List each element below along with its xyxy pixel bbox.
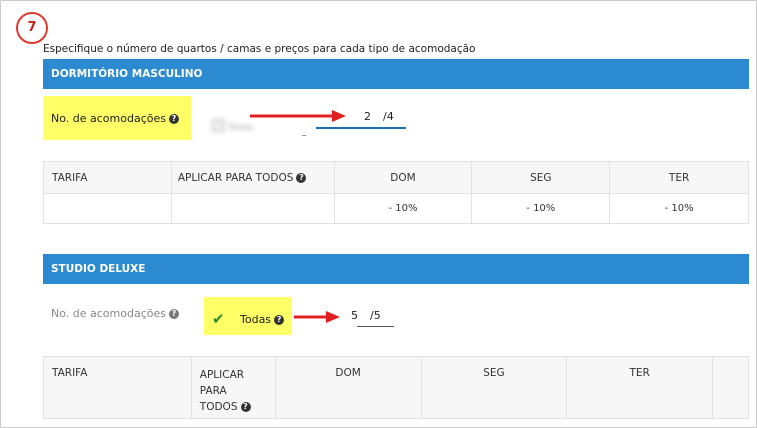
col-apply-all-2: APLICAR PARA TODOS? <box>190 356 276 419</box>
col-dom: DOM <box>333 161 473 194</box>
col-dom-2: DOM <box>274 356 422 419</box>
apply-line-2: PARA <box>199 385 227 397</box>
discount-dom[interactable]: - 10% <box>333 193 473 224</box>
room-header-dormitorio: DORMITÓRIO MASCULINO <box>43 59 749 89</box>
accommodation-total-2: /5 <box>370 309 381 322</box>
discount-ter[interactable]: - 10% <box>609 193 749 224</box>
question-circle-icon[interactable]: ? <box>274 315 285 325</box>
question-circle-icon[interactable]: ? <box>240 402 251 412</box>
count-input-underline <box>316 127 406 129</box>
small-dash <box>302 135 306 136</box>
checkmark-icon: ✔ <box>212 310 225 328</box>
question-circle-icon[interactable]: ? <box>168 114 179 124</box>
cell-apply-all <box>170 193 335 224</box>
col-apply-all-text: APLICAR PARA TODOS <box>177 171 294 184</box>
col-tarifa: TARIFA <box>43 161 172 194</box>
col-seg: SEG <box>471 161 611 194</box>
col-tarifa-2: TARIFA <box>43 356 192 419</box>
question-circle-icon[interactable]: ? <box>296 172 307 183</box>
all-label-text: Todas <box>240 313 272 326</box>
apply-line-3: TODOS <box>199 401 238 413</box>
cell-tarifa <box>43 193 172 224</box>
accommodations-label: No. de acomodações? <box>51 112 179 125</box>
step-number-badge: 7 <box>16 12 48 44</box>
discount-seg[interactable]: - 10% <box>471 193 611 224</box>
col-ter-2: TER <box>566 356 714 419</box>
intro-text: Especifique o número de quartos / camas … <box>43 43 476 55</box>
apply-line-1: APLICAR <box>199 369 245 381</box>
col-seg-2: SEG <box>420 356 568 419</box>
accommodation-count-input-2[interactable]: 5 <box>351 309 358 322</box>
count-input-underline-2 <box>357 326 394 327</box>
rate-table-dormitorio: TARIFA APLICAR PARA TODOS? DOM SEG TER -… <box>43 161 749 224</box>
red-arrow-icon <box>250 110 346 122</box>
question-circle-icon[interactable]: ? <box>168 309 179 319</box>
accommodation-total: /4 <box>383 110 394 123</box>
rate-table-studio: TARIFA APLICAR PARA TODOS? DOM SEG TER <box>43 356 749 419</box>
accommodations-label-2: No. de acomodações? <box>51 307 179 320</box>
room-header-studio: STUDIO DELUXE <box>43 254 749 284</box>
accommodations-label-2-text: No. de acomodações <box>51 307 166 320</box>
col-next-2 <box>712 356 749 419</box>
all-label[interactable]: Todas? <box>240 313 285 326</box>
blurred-all-label: Todas <box>227 123 254 133</box>
red-arrow-icon <box>294 311 340 323</box>
accommodation-count-input[interactable]: 2 <box>364 110 371 123</box>
all-checkbox[interactable]: ✔ <box>212 309 225 328</box>
col-apply-all: APLICAR PARA TODOS? <box>170 161 335 194</box>
accommodations-label-text: No. de acomodações <box>51 112 166 125</box>
col-ter: TER <box>609 161 749 194</box>
